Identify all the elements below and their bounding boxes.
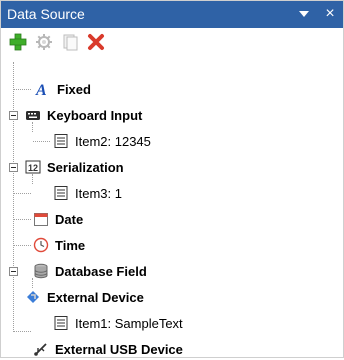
tree-line [14,89,31,91]
svg-text:A: A [35,82,47,97]
item-icon [53,185,69,201]
collapse-serialization-button[interactable] [9,163,18,172]
tree-item-keyboard-input[interactable]: Keyboard Input [25,104,142,126]
data-source-tree: A Fixed Keyboard Input Item2: 12345 12 S… [0,56,344,358]
tree-line [14,193,31,195]
serialization-icon: 12 [25,159,41,175]
svg-text:12: 12 [28,163,38,173]
keyboard-icon [25,107,41,123]
close-icon[interactable]: × [322,6,338,22]
tree-item-fixed[interactable]: A Fixed [35,78,91,100]
tree-item-item2[interactable]: Item2: 12345 [53,130,151,152]
gear-icon [36,34,52,50]
tree-line [33,141,50,143]
panel-titlebar: Data Source × [0,0,344,28]
collapse-keyboard-input-button[interactable] [9,111,18,120]
tree-item-database-field[interactable]: Database Field [33,260,147,282]
database-icon [33,263,49,279]
item-icon [53,133,69,149]
copy-icon [63,34,78,51]
data-source-panel: Data Source × A Fixed Keyboard Input Ite… [0,0,344,358]
copy-button[interactable] [60,32,80,52]
toolbar [0,28,344,56]
tree-item-external-usb-device[interactable]: External USB Device [33,338,183,360]
properties-button[interactable] [34,32,54,52]
tree-item-serialization[interactable]: 12 Serialization [25,156,124,178]
usb-icon [33,341,49,357]
plus-icon [9,33,27,51]
clock-icon [33,237,49,253]
tree-item-date[interactable]: Date [33,208,83,230]
tree-item-external-device[interactable]: External Device [25,286,144,308]
chevron-down-icon[interactable] [296,6,312,22]
tree-item-time[interactable]: Time [33,234,85,256]
panel-title: Data Source [7,6,85,22]
external-device-icon [25,289,41,305]
calendar-icon [33,211,49,227]
letter-a-icon: A [35,81,51,97]
tree-line [14,219,31,221]
tree-line [14,331,31,333]
add-button[interactable] [8,32,28,52]
tree-item-item1[interactable]: Item1: SampleText [53,312,183,334]
tree-line [13,62,15,332]
collapse-external-device-button[interactable] [9,267,18,276]
delete-button[interactable] [86,32,106,52]
tree-line [14,245,31,247]
delete-x-icon [88,34,104,50]
item-icon [53,315,69,331]
tree-item-item3[interactable]: Item3: 1 [53,182,122,204]
